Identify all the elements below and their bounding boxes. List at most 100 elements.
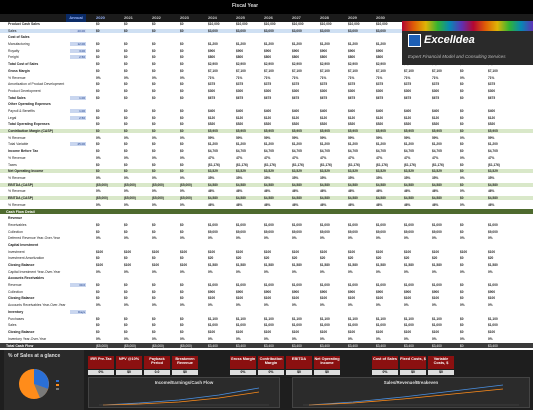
value-cell[interactable]: 0%	[488, 270, 493, 274]
value-cell[interactable]: 0%	[236, 270, 241, 274]
value-cell[interactable]: $520	[320, 122, 327, 126]
value-cell[interactable]: $0	[180, 49, 184, 53]
value-cell[interactable]: $1,100	[404, 317, 414, 321]
value-cell[interactable]: $0	[124, 22, 128, 26]
value-cell[interactable]: $0	[96, 149, 100, 153]
value-cell[interactable]: 35%	[264, 176, 270, 180]
value-cell[interactable]: $0	[152, 169, 156, 173]
value-cell[interactable]: $9,000	[404, 230, 414, 234]
value-cell[interactable]: 47%	[236, 156, 242, 160]
value-cell[interactable]: $0	[180, 116, 184, 120]
value-cell[interactable]: $0	[124, 55, 128, 59]
value-cell[interactable]: 0%	[488, 303, 493, 307]
value-cell[interactable]: $10,000	[236, 22, 248, 26]
value-cell[interactable]: 0%	[124, 337, 129, 341]
value-cell[interactable]: $3,400	[376, 344, 386, 348]
value-cell[interactable]: ($5,000)	[152, 344, 164, 348]
value-cell[interactable]: ($5,000)	[124, 344, 136, 348]
value-cell[interactable]: $1,100	[236, 317, 246, 321]
value-cell[interactable]: $100	[96, 263, 103, 267]
value-cell[interactable]: $1,000	[404, 223, 414, 227]
value-cell[interactable]: 71%	[264, 76, 270, 80]
value-cell[interactable]: ($5,000)	[152, 196, 164, 200]
value-cell[interactable]: $5,905	[376, 129, 386, 133]
value-cell[interactable]: $1,000	[376, 283, 386, 287]
value-cell[interactable]: $1,000	[404, 283, 414, 287]
value-cell[interactable]: $0	[152, 129, 156, 133]
value-cell[interactable]: 46%	[488, 203, 494, 207]
value-cell[interactable]: ($1,176)	[488, 163, 500, 167]
value-cell[interactable]: $800	[292, 55, 299, 59]
value-cell[interactable]: $520	[348, 122, 355, 126]
value-cell[interactable]: $1,200	[236, 42, 246, 46]
value-cell[interactable]: $20	[236, 256, 241, 260]
value-cell[interactable]: $1,200	[208, 42, 218, 46]
value-cell[interactable]: $0	[124, 29, 128, 33]
value-cell[interactable]: $9,000	[348, 230, 358, 234]
value-cell[interactable]: $7,100	[376, 69, 386, 73]
value-cell[interactable]: $100	[320, 250, 327, 254]
value-cell[interactable]: 46%	[320, 189, 326, 193]
value-cell[interactable]: ($5,000)	[96, 196, 108, 200]
value-cell[interactable]: ($1,176)	[348, 163, 360, 167]
value-cell[interactable]: $0	[460, 296, 464, 300]
value-cell[interactable]: $375	[208, 82, 215, 86]
value-cell[interactable]: $0	[180, 223, 184, 227]
value-cell[interactable]: 0%	[124, 189, 129, 193]
value-cell[interactable]: 0%	[152, 136, 157, 140]
value-cell[interactable]: $0	[124, 149, 128, 153]
value-cell[interactable]: $0	[124, 122, 128, 126]
value-cell[interactable]: $375	[432, 82, 439, 86]
value-cell[interactable]: 0%	[264, 303, 269, 307]
value-cell[interactable]: $0	[460, 149, 464, 153]
value-cell[interactable]: $9,000	[320, 230, 330, 234]
value-cell[interactable]: 0%	[124, 176, 129, 180]
value-cell[interactable]: $1,000	[488, 323, 498, 327]
value-cell[interactable]: $1,200	[488, 142, 498, 146]
value-cell[interactable]: $900	[292, 290, 299, 294]
value-cell[interactable]: 35%	[404, 176, 410, 180]
value-cell[interactable]: $100	[488, 296, 495, 300]
value-cell[interactable]: $400	[488, 109, 495, 113]
value-cell[interactable]: $2,900	[264, 62, 274, 66]
value-cell[interactable]: 0%	[292, 270, 297, 274]
value-cell[interactable]: $0	[180, 290, 184, 294]
value-cell[interactable]: $120	[236, 116, 243, 120]
value-cell[interactable]: $100	[320, 330, 327, 334]
value-cell[interactable]: $1,200	[320, 42, 330, 46]
value-cell[interactable]: $900	[264, 290, 271, 294]
value-cell[interactable]: $520	[432, 122, 439, 126]
value-cell[interactable]: $0	[180, 42, 184, 46]
value-cell[interactable]: $400	[348, 109, 355, 113]
value-cell[interactable]: $20	[320, 256, 325, 260]
value-cell[interactable]: 0%	[152, 76, 157, 80]
value-cell[interactable]: $900	[320, 290, 327, 294]
value-cell[interactable]: 0%	[180, 189, 185, 193]
value-cell[interactable]: $0	[152, 96, 156, 100]
value-cell[interactable]: $4,705	[236, 149, 246, 153]
value-cell[interactable]: $4,580	[236, 183, 246, 187]
value-cell[interactable]: $0	[124, 62, 128, 66]
value-cell[interactable]: $100	[236, 296, 243, 300]
value-cell[interactable]: $0	[152, 149, 156, 153]
value-cell[interactable]: $0	[152, 230, 156, 234]
value-cell[interactable]: $5,905	[264, 129, 274, 133]
value-cell[interactable]: 71%	[404, 76, 410, 80]
value-cell[interactable]: $0	[152, 122, 156, 126]
value-cell[interactable]: $100	[208, 296, 215, 300]
value-cell[interactable]: $675	[488, 96, 495, 100]
value-cell[interactable]: $0	[96, 323, 100, 327]
value-cell[interactable]: $0	[124, 82, 128, 86]
value-cell[interactable]: 46%	[376, 189, 382, 193]
value-cell[interactable]: 0%	[320, 270, 325, 274]
value-cell[interactable]: $900	[376, 49, 383, 53]
value-cell[interactable]: ($1,176)	[292, 163, 304, 167]
value-cell[interactable]: $0	[152, 283, 156, 287]
value-cell[interactable]: $4,580	[376, 196, 386, 200]
value-cell[interactable]: $300	[488, 89, 495, 93]
value-cell[interactable]: 46%	[292, 203, 298, 207]
value-cell[interactable]: 0%	[208, 270, 213, 274]
value-cell[interactable]: $800	[320, 55, 327, 59]
value-cell[interactable]: $100	[404, 250, 411, 254]
value-cell[interactable]: 0%	[124, 136, 129, 140]
